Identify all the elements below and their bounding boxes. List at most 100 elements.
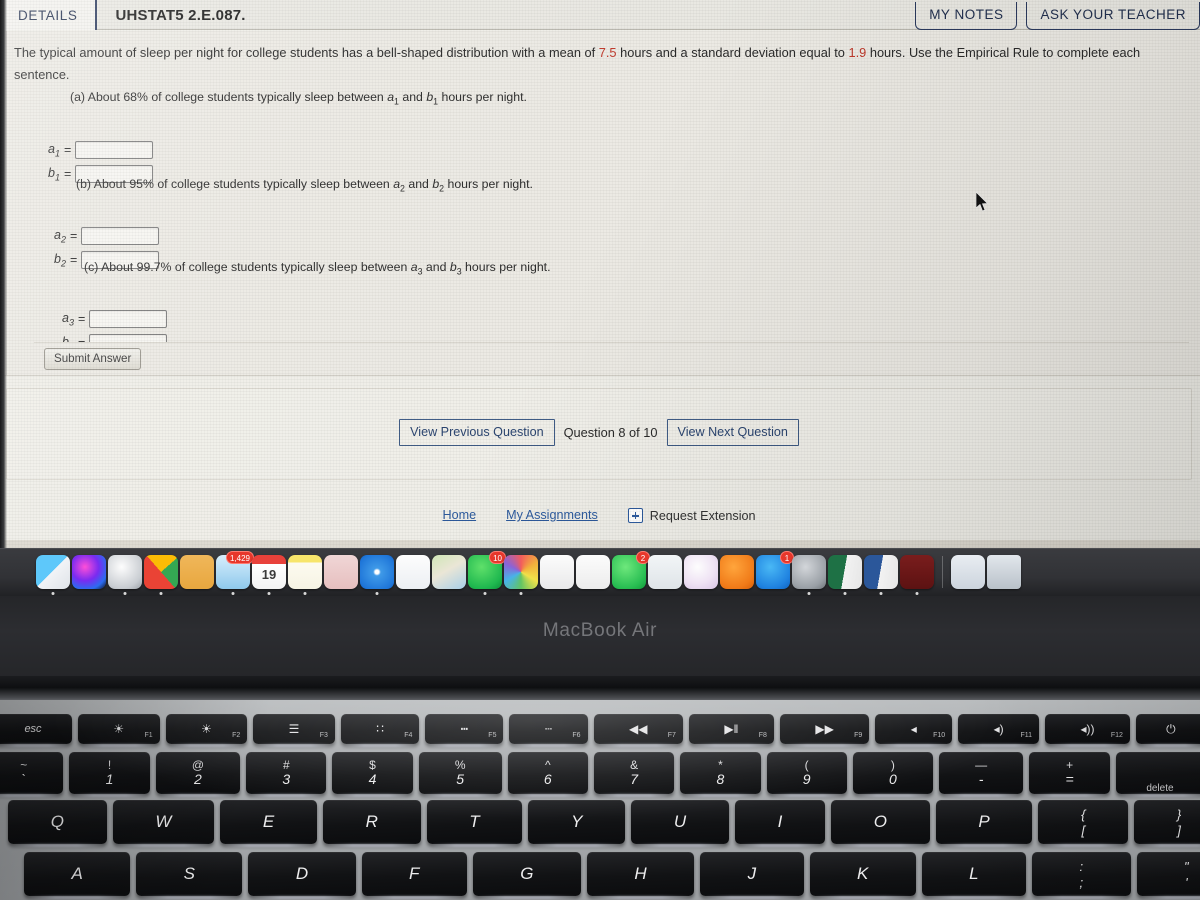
dock-icon-messages[interactable]: 10 <box>468 551 506 595</box>
dock-running-indicator <box>267 592 271 595</box>
part-a-input-a1[interactable] <box>75 141 154 159</box>
dock-icon-app-store[interactable]: 1 <box>756 551 794 589</box>
key-f8[interactable]: ▶‖ F8 <box>688 714 774 747</box>
key-p[interactable]: P <box>935 800 1033 847</box>
dock-icon-finder[interactable] <box>36 555 70 595</box>
key-glyph-f2: ☀ <box>201 722 212 736</box>
dock-icon-books[interactable] <box>720 555 754 589</box>
request-extension-link[interactable]: Request Extension <box>627 508 756 523</box>
dock-icon-excel[interactable] <box>828 555 862 595</box>
dock-icon-word[interactable] <box>864 555 898 595</box>
key-`[interactable]: ~ ` <box>0 752 64 797</box>
key-e[interactable]: E <box>220 800 317 847</box>
dock-icon-keynote[interactable] <box>648 555 682 589</box>
key-i[interactable]: I <box>734 800 826 847</box>
dock-icon-system-preferences[interactable] <box>792 555 826 595</box>
key-y[interactable]: Y <box>528 800 626 847</box>
key-d[interactable]: D <box>248 852 356 899</box>
key-f12[interactable]: ◂)) F12 <box>1045 714 1130 747</box>
key-backlight <box>361 896 467 899</box>
dock-icon-calendar[interactable]: 19 <box>252 555 286 595</box>
key-"-'[interactable]: " ' <box>1136 852 1200 899</box>
key-s[interactable]: S <box>136 852 243 899</box>
key-8[interactable]: * 8 <box>680 752 761 797</box>
view-next-question-button[interactable]: View Next Question <box>666 419 799 446</box>
my-notes-button[interactable]: MY NOTES <box>915 2 1018 30</box>
my-assignments-link[interactable]: My Assignments <box>506 508 598 522</box>
dock-icon-downloads-stack[interactable] <box>951 555 985 589</box>
part-b-prompt: (b) About 95% of college students typica… <box>76 175 533 197</box>
key-f11[interactable]: ◂) F11 <box>958 714 1040 747</box>
key-f6[interactable]: ┄ F6 <box>509 714 588 747</box>
key-6[interactable]: ^ 6 <box>507 752 588 797</box>
key-f10[interactable]: ◂ F10 <box>875 714 953 747</box>
dock-icon-flash[interactable] <box>900 555 934 595</box>
key-5[interactable]: % 5 <box>418 752 502 797</box>
dock-icon-maps[interactable] <box>432 555 466 589</box>
key-delete[interactable]: delete <box>1115 752 1200 797</box>
key-glyph-f12: ◂)) <box>1080 722 1095 736</box>
dock-icon-mail[interactable]: 1,429 <box>216 551 254 595</box>
key-0[interactable]: ) 0 <box>852 752 933 797</box>
dock-icon-chrome[interactable] <box>144 555 178 595</box>
part-b-input-a2[interactable] <box>81 227 160 245</box>
key-backlight <box>831 844 930 847</box>
key-3[interactable]: #3 <box>246 752 327 797</box>
key-t[interactable]: T <box>426 800 523 847</box>
dock-icon-siri[interactable] <box>72 555 106 589</box>
tab-details[interactable]: DETAILS <box>0 0 98 30</box>
key-2[interactable]: @2 <box>155 752 241 797</box>
key-f3[interactable]: ☰ F3 <box>253 714 335 747</box>
key-f9[interactable]: ▶▶ F9 <box>779 714 870 747</box>
view-previous-question-button[interactable]: View Previous Question <box>399 419 555 446</box>
dock-icon-launchpad[interactable] <box>108 555 142 595</box>
key-backlight <box>1135 744 1200 747</box>
dock-icon-contacts[interactable] <box>324 555 358 589</box>
key-g[interactable]: G <box>472 852 581 899</box>
key-l[interactable]: L <box>921 852 1027 899</box>
key--[interactable]: — - <box>938 752 1024 797</box>
ask-your-teacher-button[interactable]: ASK YOUR TEACHER <box>1026 2 1200 30</box>
dock-running-indicator <box>51 592 55 595</box>
key-9[interactable]: (9 <box>766 752 847 797</box>
key-glyph-f7: ◀◀ <box>628 722 648 736</box>
key-f7[interactable]: ◀◀ F7 <box>593 714 683 747</box>
dock-icon-trash[interactable] <box>987 555 1021 589</box>
key-r[interactable]: R <box>322 800 421 847</box>
key-o[interactable]: O <box>831 800 930 847</box>
key-7[interactable]: & 7 <box>593 752 675 797</box>
dock-icon-music[interactable] <box>684 555 718 589</box>
key-h[interactable]: H <box>586 852 695 899</box>
key-f1[interactable]: ☀ F1 <box>78 714 160 747</box>
dock-icon-notes[interactable] <box>288 555 322 595</box>
dock-icon-safari[interactable] <box>360 555 394 595</box>
key-j[interactable]: J <box>700 852 804 899</box>
key-{-[[interactable]: {[ <box>1038 800 1129 847</box>
key-k[interactable]: K <box>809 852 916 899</box>
dock-icon-numbers[interactable] <box>576 555 610 589</box>
dock-icon-pages[interactable] <box>540 555 574 589</box>
submit-answer-button[interactable]: Submit Answer <box>44 348 142 370</box>
dock-icon-reminders[interactable] <box>396 555 430 589</box>
key-:-;[interactable]: :; <box>1032 852 1131 899</box>
key-}-][interactable]: }] <box>1134 800 1200 847</box>
key-w[interactable]: W <box>112 800 215 847</box>
key-=[interactable]: + = <box>1029 752 1110 797</box>
key-esc[interactable]: esc <box>0 714 72 747</box>
home-link[interactable]: Home <box>443 508 477 522</box>
key-f4[interactable]: ∷ F4 <box>340 714 420 747</box>
key-u[interactable]: U <box>631 800 729 847</box>
dock-icon-facetime[interactable]: 2 <box>612 551 650 589</box>
key-a[interactable]: A <box>24 852 131 899</box>
key-backlight <box>935 844 1033 847</box>
key-q[interactable]: Q <box>8 800 107 847</box>
key-f2[interactable]: ☀ F2 <box>165 714 248 747</box>
part-c-input-a3[interactable] <box>89 310 168 328</box>
key-f5[interactable]: ┅ F5 <box>425 714 504 747</box>
key-4[interactable]: $4 <box>332 752 413 797</box>
key-f[interactable]: F <box>361 852 467 899</box>
key-power[interactable]: ⏻ <box>1135 714 1200 747</box>
key-1[interactable]: ! 1 <box>69 752 150 797</box>
dock-icon-photos[interactable] <box>504 555 538 595</box>
dock-icon-folder[interactable] <box>180 555 214 589</box>
